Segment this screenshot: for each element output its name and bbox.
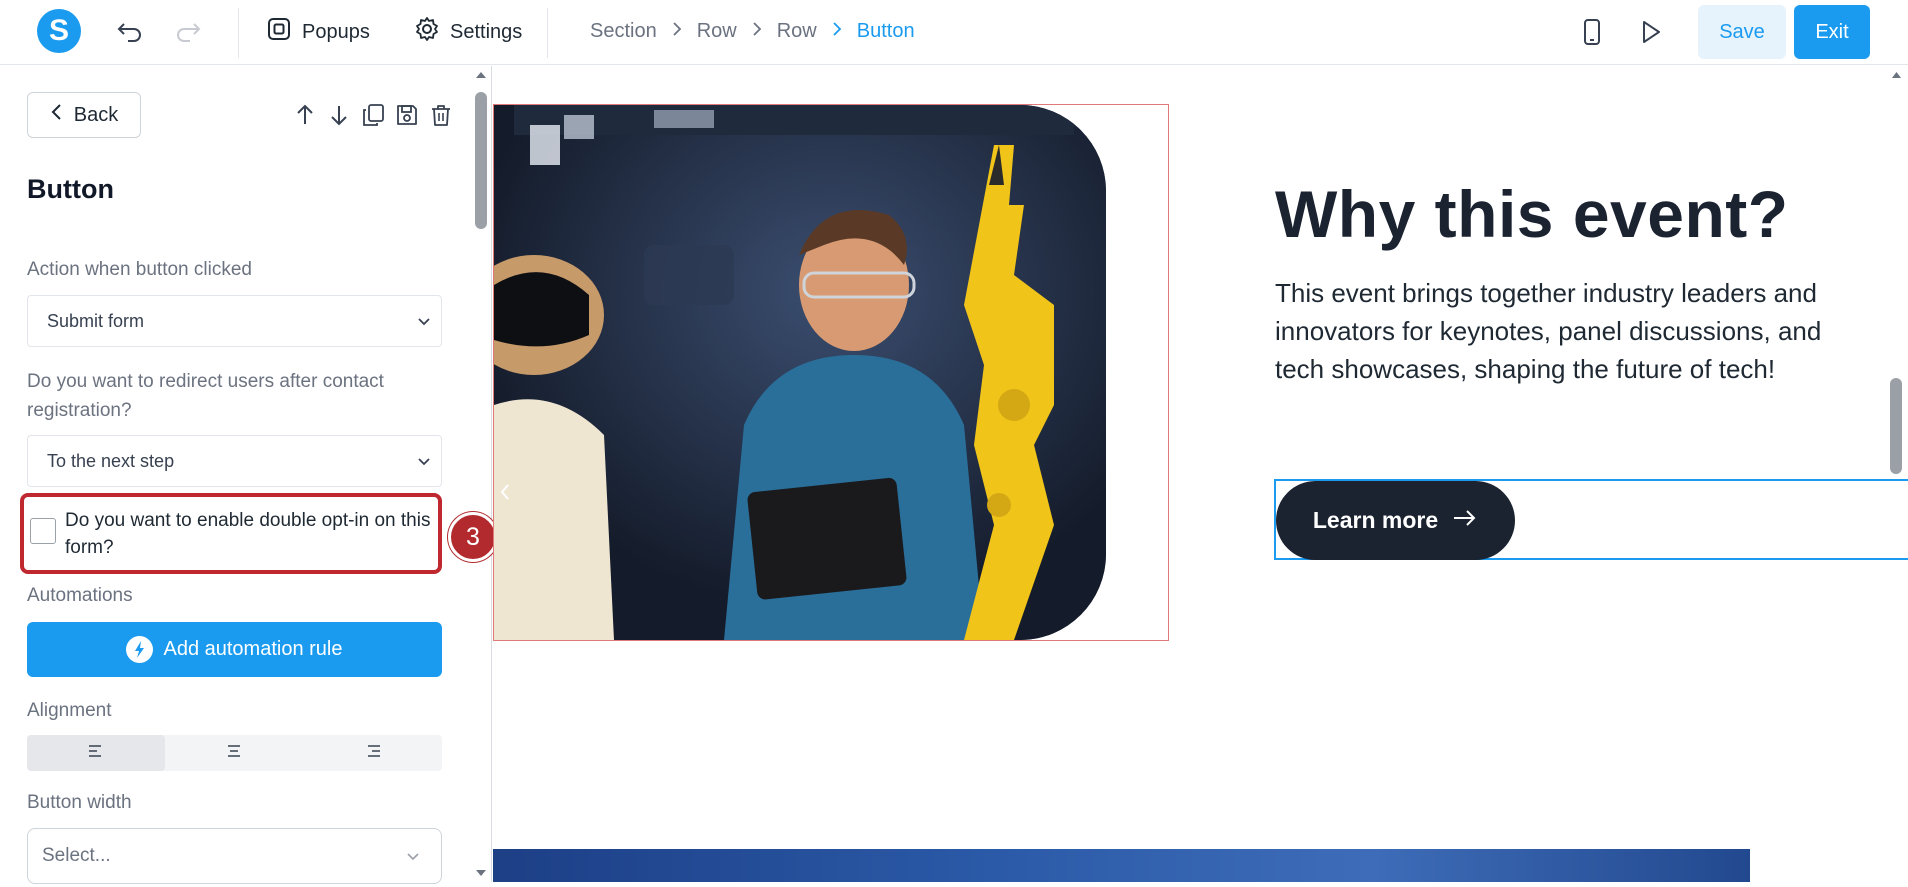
arrow-right-icon: [1452, 507, 1478, 534]
divider: [547, 8, 548, 58]
image-element-frame[interactable]: [493, 104, 1169, 641]
breadcrumb-row[interactable]: Row: [697, 20, 737, 43]
play-icon[interactable]: [1634, 16, 1666, 48]
alignment-toggle: [27, 735, 442, 771]
chevron-down-icon: [415, 452, 433, 470]
lightning-icon: [126, 636, 154, 663]
button-width-placeholder: Select...: [42, 845, 111, 866]
undo-icon[interactable]: [114, 16, 146, 48]
align-center-icon: [225, 743, 243, 764]
sidebar-scroll-thumb[interactable]: [475, 92, 487, 229]
alignment-label: Alignment: [27, 700, 112, 721]
collapse-panel-handle[interactable]: [494, 465, 516, 525]
back-label: Back: [73, 103, 119, 126]
element-toolbar: [292, 102, 454, 128]
mobile-preview-icon[interactable]: [1576, 16, 1608, 48]
redirect-label: Do you want to redirect users after cont…: [27, 371, 384, 421]
breadcrumb-row-inner[interactable]: Row: [777, 20, 817, 43]
align-left-icon: [87, 743, 105, 764]
trash-icon[interactable]: [428, 102, 454, 128]
learn-more-label: Learn more: [1312, 507, 1439, 533]
align-right-button[interactable]: [304, 735, 442, 771]
exit-button[interactable]: Exit: [1794, 5, 1870, 59]
align-right-icon: [364, 743, 382, 764]
chevron-right-icon: [671, 20, 683, 43]
button-width-select[interactable]: Select...: [27, 828, 442, 884]
automations-label: Automations: [27, 585, 133, 606]
button-width-label: Button width: [27, 792, 132, 813]
double-optin-label[interactable]: Do you want to enable double opt-in on t…: [65, 507, 435, 561]
action-label: Action when button clicked: [27, 259, 252, 280]
selected-button-frame[interactable]: Learn more: [1274, 479, 1908, 560]
save-button[interactable]: Save: [1698, 5, 1786, 59]
align-left-button[interactable]: [27, 735, 166, 771]
popups-label: Popups: [302, 20, 370, 43]
save-template-icon[interactable]: [394, 102, 420, 128]
duplicate-icon[interactable]: [360, 102, 386, 128]
settings-label: Settings: [450, 20, 523, 43]
redo-icon[interactable]: [172, 16, 204, 48]
align-center-button[interactable]: [165, 735, 303, 771]
chevron-down-icon: [405, 848, 421, 870]
breadcrumb-section[interactable]: Section: [590, 20, 657, 43]
element-settings-panel: Back Button Action when button clicked S…: [0, 66, 498, 884]
section-paragraph[interactable]: This event brings together industry lead…: [1275, 274, 1835, 388]
settings-button[interactable]: Settings: [414, 14, 522, 50]
back-button[interactable]: Back: [27, 92, 141, 138]
arrow-up-icon[interactable]: [292, 102, 318, 128]
redirect-select-value: To the next step: [47, 450, 175, 471]
gear-icon: [414, 16, 440, 48]
chevron-down-icon: [415, 312, 433, 330]
section-heading[interactable]: Why this event?: [1275, 176, 1789, 252]
event-photo[interactable]: [494, 105, 1106, 640]
chevron-left-icon: [499, 482, 511, 508]
canvas-scrollbar[interactable]: [1885, 66, 1908, 882]
action-select[interactable]: Submit form: [27, 295, 442, 347]
arrow-down-icon[interactable]: [326, 102, 352, 128]
add-automation-button[interactable]: Add automation rule: [27, 622, 442, 677]
popups-button[interactable]: Popups: [266, 14, 370, 50]
divider: [238, 8, 239, 58]
app-logo[interactable]: S: [37, 9, 81, 53]
action-select-value: Submit form: [47, 310, 145, 331]
page-canvas: Why this event? This event brings togeth…: [493, 66, 1908, 882]
chevron-left-icon: [50, 102, 64, 128]
double-optin-checkbox[interactable]: [30, 518, 56, 544]
redirect-select[interactable]: To the next step: [27, 435, 442, 487]
top-bar: S Popups Settings Section Row Row Button…: [0, 0, 1908, 65]
breadcrumb: Section Row Row Button: [590, 20, 915, 43]
double-optin-highlight: Do you want to enable double opt-in on t…: [20, 493, 442, 574]
panel-title: Button: [27, 174, 114, 204]
breadcrumb-button[interactable]: Button: [857, 20, 915, 43]
chevron-right-icon: [831, 20, 843, 43]
popup-icon: [266, 16, 292, 48]
next-section-image[interactable]: [493, 849, 1750, 882]
canvas-scroll-thumb[interactable]: [1890, 378, 1902, 474]
chevron-right-icon: [751, 20, 763, 43]
learn-more-button[interactable]: Learn more: [1276, 481, 1515, 560]
add-automation-label: Add automation rule: [163, 638, 343, 660]
